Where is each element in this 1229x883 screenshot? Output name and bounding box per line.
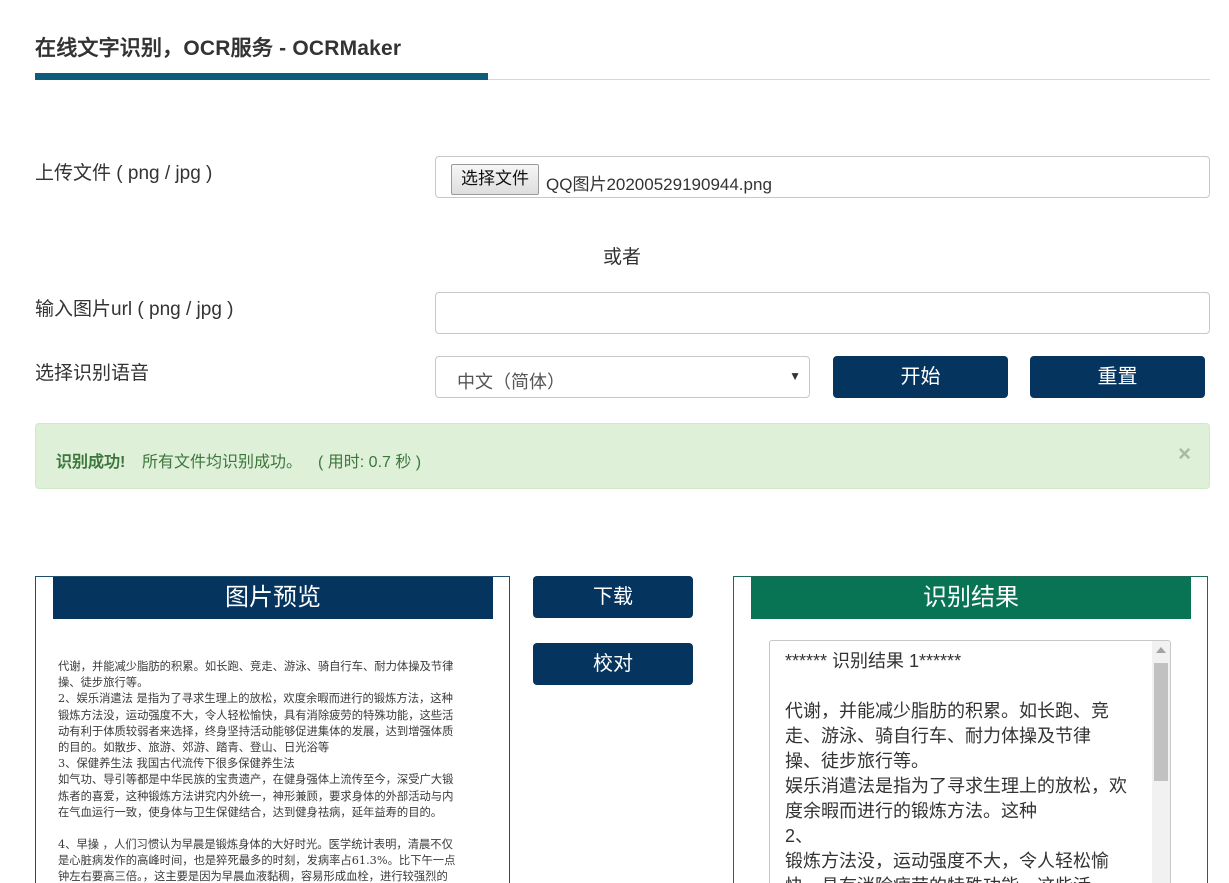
upload-label: 上传文件 ( png / jpg )	[35, 163, 213, 184]
result-scrollbar[interactable]	[1152, 641, 1170, 883]
alert-elapsed-time: ( 用时: 0.7 秒 )	[318, 454, 422, 471]
reset-button[interactable]: 重置	[1030, 356, 1205, 398]
proofread-button[interactable]: 校对	[533, 643, 693, 685]
title-accent-bar	[35, 73, 488, 80]
result-text[interactable]: ****** 识别结果 1****** 代谢，并能减少脂肪的积累。如长跑、竞 走…	[785, 649, 1145, 883]
language-select[interactable]: 中文（简体） ▼	[435, 356, 810, 398]
url-input[interactable]	[435, 292, 1210, 334]
selected-file-name: QQ图片20200529190944.png	[546, 175, 772, 194]
page-title: 在线文字识别，OCR服务 - OCRMaker	[35, 37, 402, 60]
alert-message: 所有文件均识别成功。	[142, 454, 303, 471]
download-button[interactable]: 下载	[533, 576, 693, 618]
preview-line: 炼者的喜爱，这种锻炼方法讲究内外统一，神形兼顾，要求身体的外部活动与内	[58, 789, 454, 803]
preview-line: 动有利于体质较弱者来选择，终身坚持活动能够促进集体的发展，达到增强体质	[58, 724, 454, 738]
result-textarea[interactable]: ****** 识别结果 1****** 代谢，并能减少脂肪的积累。如长跑、竞 走…	[769, 640, 1171, 883]
preview-panel: 图片预览 代谢，并能减少脂肪的积累。如长跑、竞走、游泳、骑自行车、耐力体操及节律…	[35, 576, 510, 883]
close-icon[interactable]: ×	[1178, 441, 1191, 467]
chevron-down-icon: ▼	[789, 369, 801, 383]
preview-line: 的目的。如散步、旅游、郊游、踏青、登山、日光浴等	[58, 741, 330, 755]
preview-image: 代谢，并能减少脂肪的积累。如长跑、竞走、游泳、骑自行车、耐力体操及节律 操、徒步…	[58, 659, 498, 883]
url-label: 输入图片url ( png / jpg )	[35, 299, 234, 320]
choose-file-button[interactable]: 选择文件	[451, 164, 539, 195]
or-separator: 或者	[603, 247, 642, 268]
preview-line: 3、保健养生法 我国古代流传下很多保健养生法	[58, 757, 295, 771]
result-panel: 识别结果 ****** 识别结果 1****** 代谢，并能减少脂肪的积累。如长…	[733, 576, 1208, 883]
success-alert: 识别成功! 所有文件均识别成功。 ( 用时: 0.7 秒 ) ×	[35, 423, 1210, 489]
file-input[interactable]: 选择文件 QQ图片20200529190944.png	[435, 156, 1210, 198]
start-button[interactable]: 开始	[833, 356, 1008, 398]
preview-line: 代谢，并能减少脂肪的积累。如长跑、竞走、游泳、骑自行车、耐力体操及节律	[58, 660, 454, 673]
preview-line: 2、娱乐消遣法 是指为了寻求生理上的放松，欢度余暇而进行的锻炼方法，这种	[58, 692, 453, 706]
preview-line: 锻炼方法没，运动强度不大，令人轻松愉快，具有消除疲劳的特殊功能，这些活	[58, 708, 454, 722]
preview-line: 操、徒步旅行等。	[58, 676, 149, 690]
result-title: 识别结果	[751, 577, 1191, 619]
scroll-up-icon[interactable]	[1156, 647, 1166, 653]
language-selected-value: 中文（简体）	[457, 372, 565, 392]
preview-line: 是心脏病发作的高峰时间，也是猝死最多的时刻，发病率占61.3%。比下午一点	[58, 854, 456, 868]
preview-paragraph-gap	[58, 821, 498, 837]
language-label: 选择识别语音	[35, 363, 150, 384]
preview-line: 钟左右要高三倍。，这主要是因为早晨血液黏稠，容易形成血栓，进行较强烈的	[58, 870, 448, 883]
alert-title: 识别成功!	[56, 454, 126, 471]
preview-line: 在气血运行一致，使身体与卫生保健结合，达到健身祛病，延年益寿的目的。	[58, 805, 443, 819]
scroll-thumb[interactable]	[1154, 663, 1168, 781]
preview-line: 如气功、导引等都是中华民族的宝贵遗产，在健身强体上流传至今，深受广大锻	[58, 773, 454, 787]
preview-title: 图片预览	[53, 577, 493, 619]
preview-line: 4、早操 ，人们习惯认为早晨是锻炼身体的大好时光。医学统计表明，清晨不仅	[58, 838, 453, 852]
